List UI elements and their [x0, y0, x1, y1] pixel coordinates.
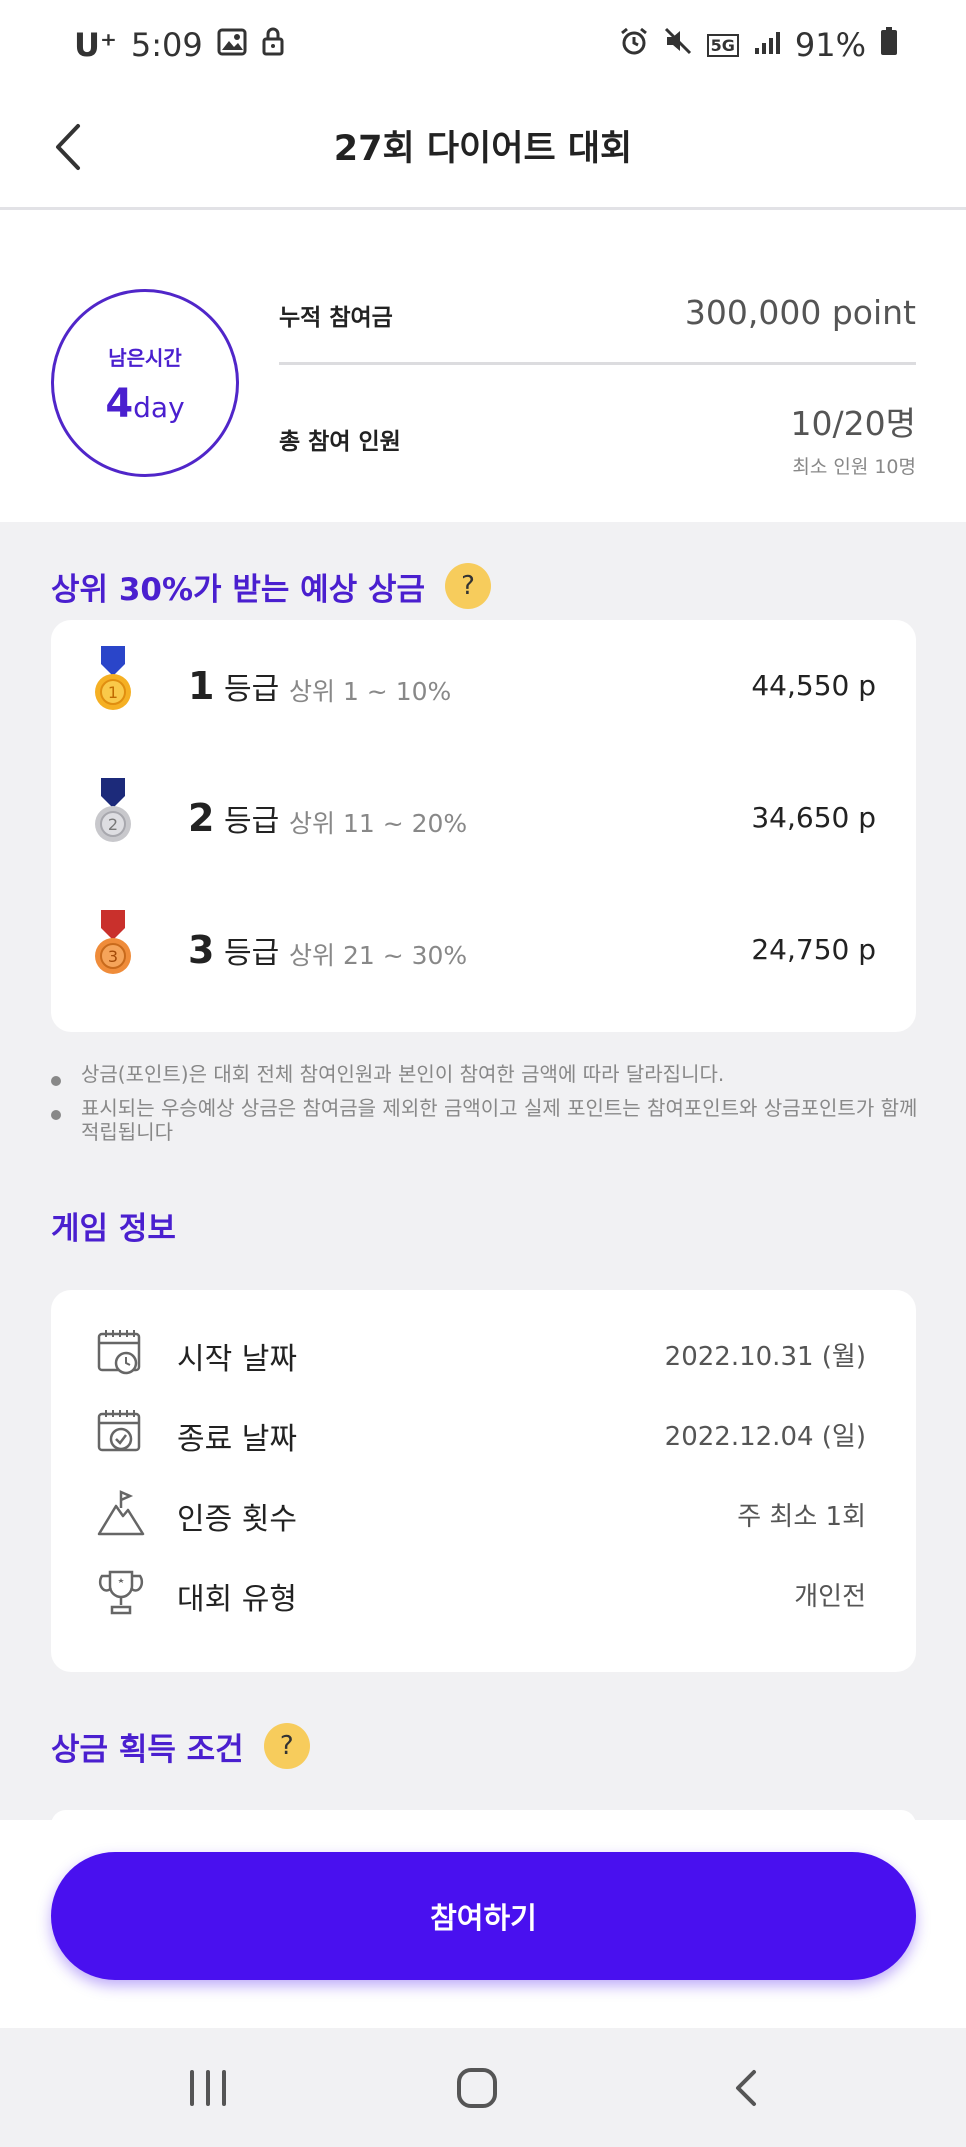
- note-item: 상금(포인트)은 대회 전체 참여인원과 본인이 참여한 금액에 따라 달라집니…: [51, 1062, 921, 1086]
- participants-value: 10/20명: [790, 404, 916, 443]
- remaining-unit: day: [133, 391, 185, 424]
- prize-row-2: 2 2 등급 상위 11 ~ 20% 34,650 p: [51, 756, 916, 888]
- page-title: 27회 다이어트 대회: [333, 129, 633, 169]
- signal-icon: [753, 26, 781, 64]
- system-nav-bar: [0, 2028, 966, 2147]
- prize-card: 1 1 등급 상위 1 ~ 10% 44,550 p 2 2 등급 상위 11 …: [51, 620, 916, 1032]
- award-help-button[interactable]: ?: [263, 1723, 310, 1769]
- info-label: 대회 유형: [177, 1582, 297, 1617]
- remaining-time-label: 남은시간: [108, 346, 182, 370]
- svg-text:1: 1: [108, 683, 118, 702]
- game-info-card: 시작 날짜 2022.10.31 (월) 종료 날짜 2022.12.04 (일…: [51, 1290, 916, 1672]
- trophy-icon: [96, 1568, 146, 1618]
- lock-icon: [261, 26, 285, 64]
- info-label: 종료 날짜: [177, 1422, 297, 1457]
- grade-unit: 등급: [224, 936, 280, 971]
- status-bar: U⁺ 5:09 5G 91%: [0, 0, 966, 90]
- prize-amount: 24,750 p: [751, 933, 876, 966]
- prize-help-button[interactable]: ?: [445, 563, 492, 609]
- remaining-time-badge: 남은시간 4day: [51, 289, 239, 477]
- grade-label: 3 등급: [188, 928, 279, 972]
- award-condition-title: 상금 획득 조건 ?: [51, 1723, 310, 1769]
- participants-label: 총 참여 인원: [279, 429, 401, 455]
- prize-amount: 44,550 p: [751, 669, 876, 702]
- prize-row-1: 1 1 등급 상위 1 ~ 10% 44,550 p: [51, 624, 916, 756]
- grade-label: 1 등급: [188, 664, 279, 708]
- join-button[interactable]: 참여하기: [51, 1852, 916, 1980]
- prize-amount: 34,650 p: [751, 801, 876, 834]
- grade-unit: 등급: [224, 804, 280, 839]
- battery-percent: 91%: [794, 26, 866, 64]
- grade-unit: 등급: [224, 672, 280, 707]
- grade-range: 상위 1 ~ 10%: [289, 677, 452, 706]
- clock: 5:09: [130, 26, 203, 64]
- home-button[interactable]: [447, 2058, 507, 2118]
- calendar-clock-icon: [96, 1328, 146, 1378]
- mountain-flag-icon: [96, 1488, 146, 1538]
- total-fee-value: 300,000 point: [684, 293, 916, 332]
- prize-row-3: 3 3 등급 상위 21 ~ 30% 24,750 p: [51, 888, 916, 1020]
- info-row-end: 종료 날짜 2022.12.04 (일): [51, 1396, 916, 1476]
- svg-text:3: 3: [108, 947, 118, 966]
- game-info-label: 게임 정보: [51, 1211, 176, 1247]
- gold-medal-icon: 1: [93, 646, 133, 716]
- recent-apps-button[interactable]: [178, 2058, 238, 2118]
- info-value: 개인전: [794, 1582, 866, 1612]
- svg-text:2: 2: [108, 815, 118, 834]
- info-row-type: 대회 유형 개인전: [51, 1556, 916, 1636]
- total-fee-label: 누적 참여금: [279, 305, 393, 331]
- silver-medal-icon: 2: [93, 778, 133, 848]
- grade-number: 1: [188, 664, 215, 708]
- min-participants-note: 최소 인원 10명: [792, 456, 916, 478]
- bronze-medal-icon: 3: [93, 910, 133, 980]
- prize-section-label: 상위 30%가 받는 예상 상금: [51, 571, 426, 608]
- divider: [279, 362, 916, 365]
- game-info-title: 게임 정보: [51, 1203, 176, 1248]
- info-label: 인증 횟수: [177, 1502, 297, 1537]
- grade-range: 상위 21 ~ 30%: [289, 941, 468, 970]
- remaining-time-value: 4day: [54, 381, 236, 427]
- info-value: 2022.12.04 (일): [664, 1422, 866, 1452]
- info-label: 시작 날짜: [177, 1342, 297, 1377]
- remaining-days: 4: [105, 381, 134, 427]
- app-header: 27회 다이어트 대회: [0, 90, 966, 210]
- carrier-label: U⁺: [74, 26, 117, 64]
- info-row-verify: 인증 횟수 주 최소 1회: [51, 1476, 916, 1556]
- info-row-start: 시작 날짜 2022.10.31 (월): [51, 1316, 916, 1396]
- nav-back-button[interactable]: [718, 2058, 778, 2118]
- info-value: 2022.10.31 (월): [664, 1342, 866, 1372]
- alarm-icon: [619, 26, 649, 64]
- award-condition-label: 상금 획득 조건: [51, 1731, 244, 1768]
- battery-icon: [880, 26, 898, 64]
- grade-range: 상위 11 ~ 20%: [289, 809, 468, 838]
- info-value: 주 최소 1회: [737, 1502, 866, 1532]
- gallery-icon: [217, 26, 247, 64]
- grade-number: 2: [188, 796, 215, 840]
- network-label: 5G: [706, 33, 739, 57]
- grade-number: 3: [188, 928, 215, 972]
- mute-icon: [663, 26, 693, 64]
- prize-notes: 상금(포인트)은 대회 전체 참여인원과 본인이 참여한 금액에 따라 달라집니…: [51, 1062, 921, 1154]
- prize-section-title: 상위 30%가 받는 예상 상금 ?: [51, 563, 492, 609]
- grade-label: 2 등급: [188, 796, 279, 840]
- note-item: 표시되는 우승예상 상금은 참여금을 제외한 금액이고 실제 포인트는 참여포인…: [51, 1096, 921, 1144]
- calendar-check-icon: [96, 1408, 146, 1458]
